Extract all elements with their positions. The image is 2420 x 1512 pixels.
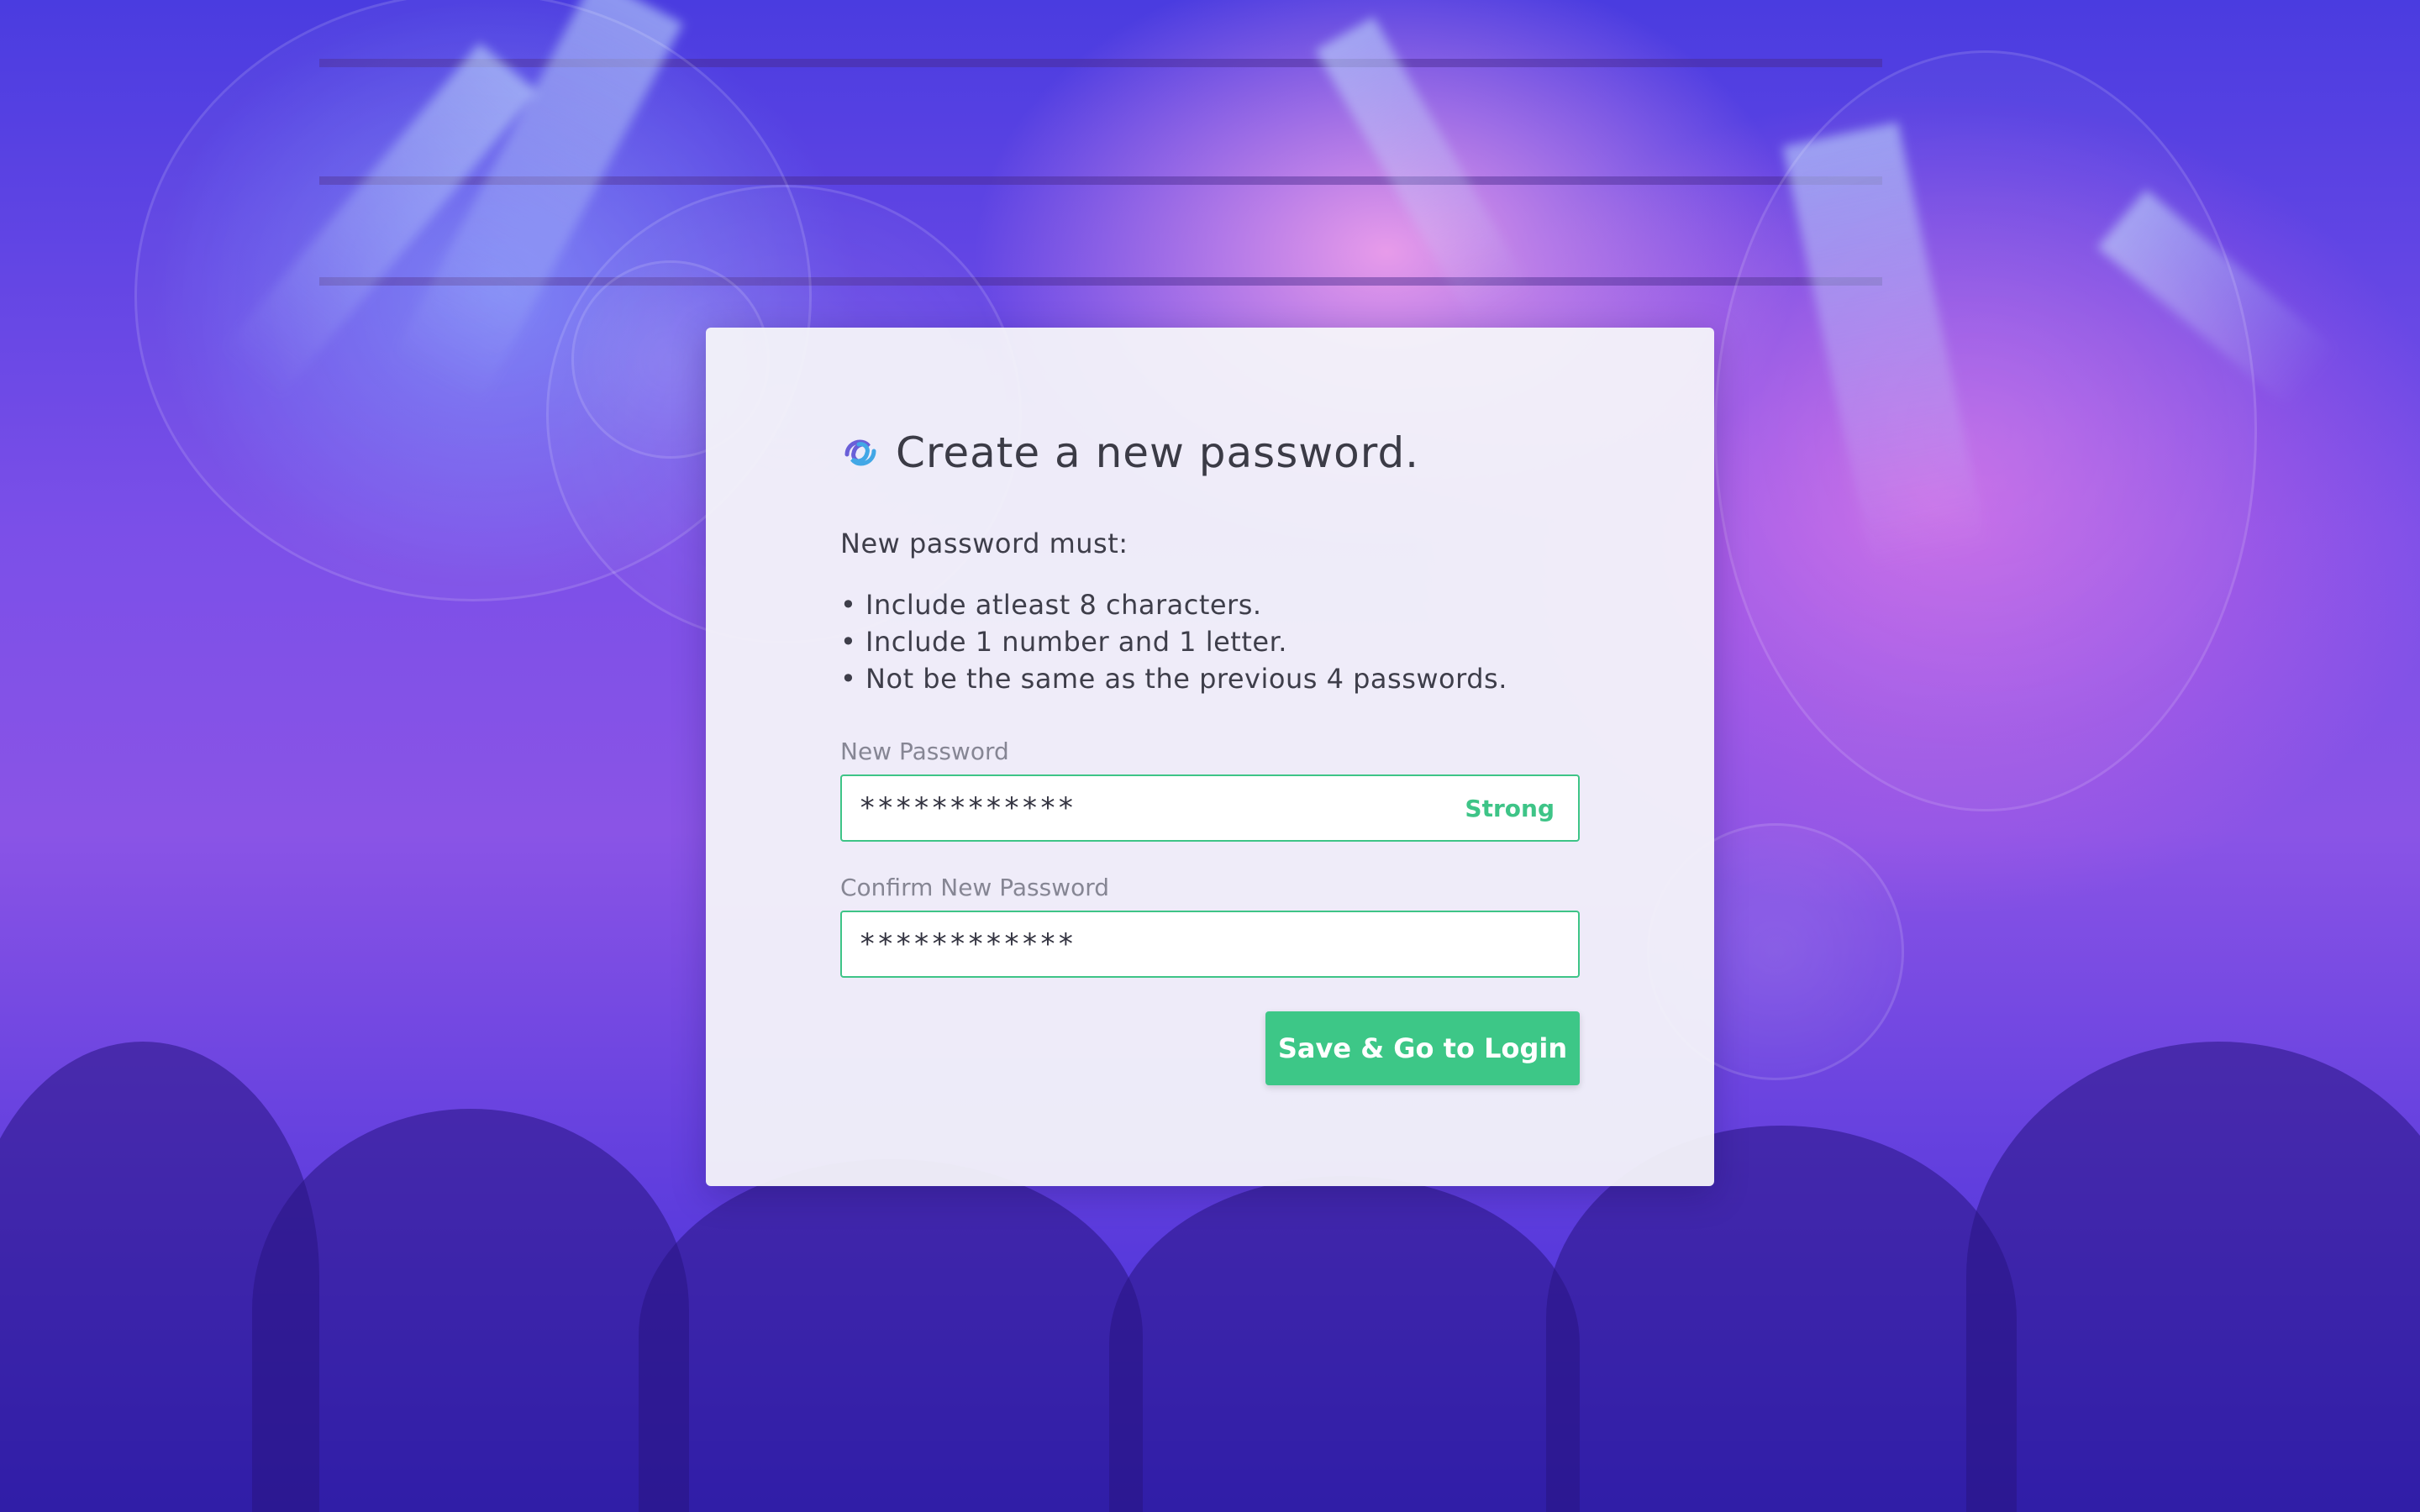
crowd-silhouette	[1109, 1176, 1580, 1512]
new-password-value[interactable]: ************	[859, 791, 1465, 825]
crowd-silhouette	[1966, 1042, 2420, 1512]
confirm-password-label: Confirm New Password	[840, 874, 1110, 901]
new-password-field[interactable]: ************ Strong	[840, 774, 1580, 842]
requirements-intro: New password must:	[840, 528, 1128, 559]
requirement-item: • Not be the same as the previous 4 pass…	[840, 663, 1507, 695]
requirement-item: • Include 1 number and 1 letter.	[840, 626, 1287, 658]
new-password-label: New Password	[840, 738, 1009, 765]
save-and-login-button[interactable]: Save & Go to Login	[1265, 1011, 1580, 1085]
confirm-password-field[interactable]: ************	[840, 911, 1580, 978]
crowd-silhouette	[639, 1159, 1143, 1512]
password-requirements-list: • Include atleast 8 characters. • Includ…	[840, 586, 1507, 697]
swirl-logo-icon	[844, 439, 876, 466]
requirement-item: • Include atleast 8 characters.	[840, 589, 1262, 621]
reset-password-card: Create a new password. New password must…	[706, 328, 1714, 1186]
password-strength-indicator: Strong	[1465, 794, 1555, 822]
confirm-password-value[interactable]: ************	[859, 927, 1555, 961]
page-title: Create a new password.	[896, 428, 1420, 477]
crowd-silhouette	[252, 1109, 689, 1512]
title-row: Create a new password.	[840, 428, 1419, 477]
bokeh-circle	[1714, 50, 2257, 811]
